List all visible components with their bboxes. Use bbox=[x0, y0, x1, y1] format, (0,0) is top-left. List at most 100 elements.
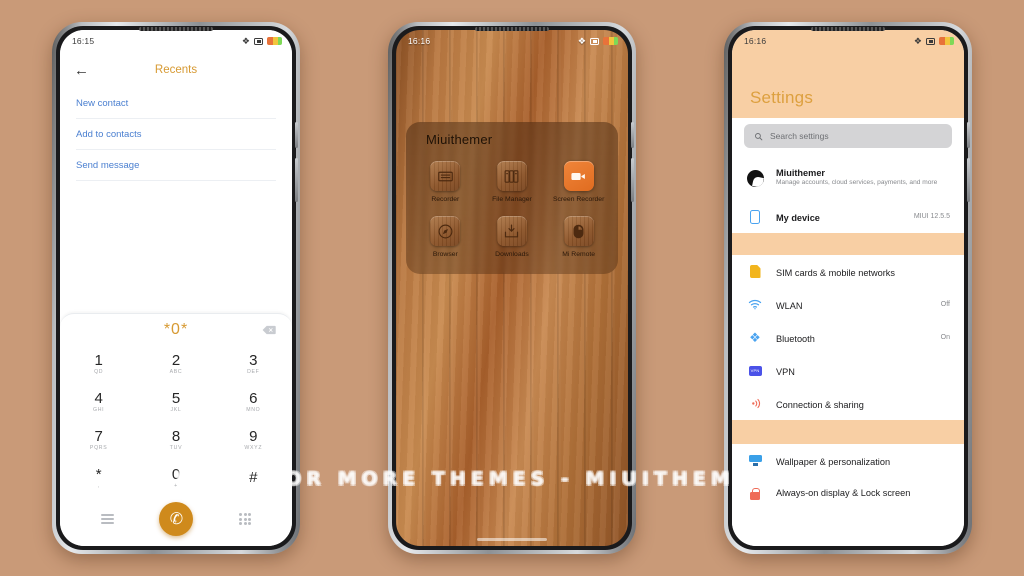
key-digit: 0 bbox=[171, 465, 181, 483]
row-label: WLAN bbox=[776, 300, 803, 311]
key-3[interactable]: 3 DEF bbox=[215, 346, 292, 382]
key-star[interactable]: *, bbox=[60, 460, 137, 496]
status-time: 16:15 bbox=[72, 36, 95, 46]
phone-bezel: 16:16 ❖ Miuithemer Recorder File Manager… bbox=[392, 26, 634, 550]
list-item-send-message[interactable]: Send message bbox=[76, 150, 276, 181]
dialer-screen: 16:15 ❖ ← Recents New contact Add to con… bbox=[60, 30, 292, 546]
dial-display[interactable]: *0* bbox=[60, 314, 292, 346]
list-item-account[interactable]: Miuithemer Manage accounts, cloud servic… bbox=[732, 156, 964, 200]
list-item-new-contact[interactable]: New contact bbox=[76, 88, 276, 119]
list-item-add-to-contacts[interactable]: Add to contacts bbox=[76, 119, 276, 150]
power-button[interactable] bbox=[295, 122, 298, 148]
screen-recorder-icon bbox=[563, 161, 594, 191]
app-browser[interactable]: Browser bbox=[412, 216, 479, 259]
settings-screen: 16:16 ❖ Settings Search settings Miuithe… bbox=[732, 30, 964, 546]
key-letters: DEF bbox=[247, 369, 260, 376]
bluetooth-icon: ❖ bbox=[577, 35, 586, 46]
row-value: On bbox=[940, 334, 950, 341]
power-button[interactable] bbox=[631, 122, 634, 148]
hamburger-menu-icon[interactable] bbox=[100, 514, 114, 524]
phone-bezel: 16:15 ❖ ← Recents New contact Add to con… bbox=[56, 26, 298, 550]
downloads-icon bbox=[496, 216, 527, 247]
section-divider bbox=[732, 233, 964, 255]
app-label: Recorder bbox=[431, 196, 460, 203]
bluetooth-icon: ❖ bbox=[749, 329, 761, 345]
key-8[interactable]: 8 TUV bbox=[137, 422, 214, 458]
key-6[interactable]: 6 MNO bbox=[215, 384, 292, 420]
home-indicator[interactable] bbox=[396, 524, 628, 546]
account-text: Miuithemer Manage accounts, cloud servic… bbox=[776, 168, 950, 188]
key-letters: WXYZ bbox=[244, 445, 263, 452]
action-label: Send message bbox=[76, 159, 140, 171]
vpn-icon: VPN bbox=[746, 365, 764, 376]
app-label: Screen Recorder bbox=[552, 196, 605, 203]
app-screen-recorder[interactable]: Screen Recorder bbox=[545, 161, 612, 204]
wifi-icon bbox=[746, 299, 764, 310]
volume-button[interactable] bbox=[295, 158, 298, 202]
list-item-always-on-display[interactable]: Always-on display & Lock screen bbox=[732, 477, 964, 510]
row-text: WLAN bbox=[776, 296, 933, 314]
battery-icon bbox=[603, 37, 618, 45]
app-folder[interactable]: Miuithemer Recorder File Manager Screen … bbox=[406, 122, 618, 274]
list-item-bluetooth[interactable]: ❖ Bluetooth On bbox=[732, 321, 964, 354]
phone-settings: 16:16 ❖ Settings Search settings Miuithe… bbox=[724, 22, 972, 554]
row-label: Always-on display & Lock screen bbox=[776, 488, 911, 499]
power-button[interactable] bbox=[967, 122, 970, 148]
key-letters: GHI bbox=[93, 407, 105, 414]
key-7[interactable]: 7 PQRS bbox=[60, 422, 137, 458]
key-9[interactable]: 9 WXYZ bbox=[215, 422, 292, 458]
app-downloads[interactable]: Downloads bbox=[479, 216, 546, 259]
avatar-icon bbox=[746, 169, 764, 187]
list-item-sim-cards[interactable]: SIM cards & mobile networks bbox=[732, 255, 964, 288]
list-item-my-device[interactable]: My device MIUI 12.5.5 bbox=[732, 200, 964, 233]
row-label: SIM cards & mobile networks bbox=[776, 267, 895, 278]
key-4[interactable]: 4 GHI bbox=[60, 384, 137, 420]
settings-header: Settings bbox=[732, 52, 964, 118]
search-container: Search settings bbox=[732, 118, 964, 156]
row-label: Wallpaper & personalization bbox=[776, 456, 891, 467]
phone-call-icon[interactable]: ✆ bbox=[159, 502, 194, 536]
backspace-icon[interactable] bbox=[262, 325, 276, 335]
battery-icon bbox=[939, 37, 954, 45]
list-item-vpn[interactable]: VPN VPN bbox=[732, 354, 964, 387]
key-digit: 2 bbox=[171, 351, 181, 369]
key-digit: 3 bbox=[249, 351, 258, 369]
volume-button[interactable] bbox=[967, 158, 970, 202]
key-0[interactable]: 0 + bbox=[137, 460, 214, 496]
folder-title: Miuithemer bbox=[426, 132, 493, 147]
keypad: 1 QD 2 ABC 3 DEF 4 GHI 5 JKL 6 MNO 7 PQRS 8 TUV … bbox=[60, 346, 292, 496]
key-letters: TUV bbox=[169, 445, 183, 452]
app-grid: Recorder File Manager Screen Recorder Br… bbox=[412, 161, 612, 260]
account-subtitle: Manage accounts, cloud services, payment… bbox=[776, 179, 938, 187]
phone-bezel: 16:16 ❖ Settings Search settings Miuithe… bbox=[728, 26, 970, 550]
row-label: Connection & sharing bbox=[776, 399, 864, 410]
key-5[interactable]: 5 JKL bbox=[137, 384, 214, 420]
sim-status-icon bbox=[590, 37, 599, 45]
row-label: VPN bbox=[776, 366, 795, 377]
key-2[interactable]: 2 ABC bbox=[137, 346, 214, 382]
app-recorder[interactable]: Recorder bbox=[412, 161, 479, 204]
battery-icon bbox=[267, 37, 282, 45]
list-item-wlan[interactable]: WLAN Off bbox=[732, 288, 964, 321]
key-letters: + bbox=[174, 483, 178, 490]
list-item-connection-sharing[interactable]: Connection & sharing bbox=[732, 387, 964, 420]
volume-button[interactable] bbox=[631, 158, 634, 202]
key-1[interactable]: 1 QD bbox=[60, 346, 137, 382]
status-bar: 16:16 ❖ bbox=[396, 30, 628, 52]
list-item-wallpaper[interactable]: Wallpaper & personalization bbox=[732, 444, 964, 477]
status-time: 16:16 bbox=[408, 36, 431, 46]
row-text: VPN bbox=[776, 362, 942, 380]
app-file-manager[interactable]: File Manager bbox=[479, 161, 546, 204]
mi-remote-icon bbox=[563, 216, 594, 247]
status-time: 16:16 bbox=[744, 36, 767, 46]
search-input[interactable]: Search settings bbox=[744, 124, 952, 148]
dialpad-panel: *0* 1 QD 2 ABC 3 DEF 4 GHI 5 JKL 6 MNO 7 PQRS 8… bbox=[60, 313, 292, 546]
device-version: MIUI 12.5.5 bbox=[913, 213, 950, 220]
app-mi-remote[interactable]: Mi Remote bbox=[545, 216, 612, 259]
key-hash[interactable]: # bbox=[215, 460, 292, 496]
contact-actions-list: New contact Add to contacts Send message bbox=[60, 88, 292, 181]
key-digit: # bbox=[249, 468, 258, 486]
app-label: File Manager bbox=[492, 196, 532, 203]
earpiece-grille-icon bbox=[139, 27, 213, 31]
keypad-grid-icon[interactable] bbox=[239, 513, 252, 525]
